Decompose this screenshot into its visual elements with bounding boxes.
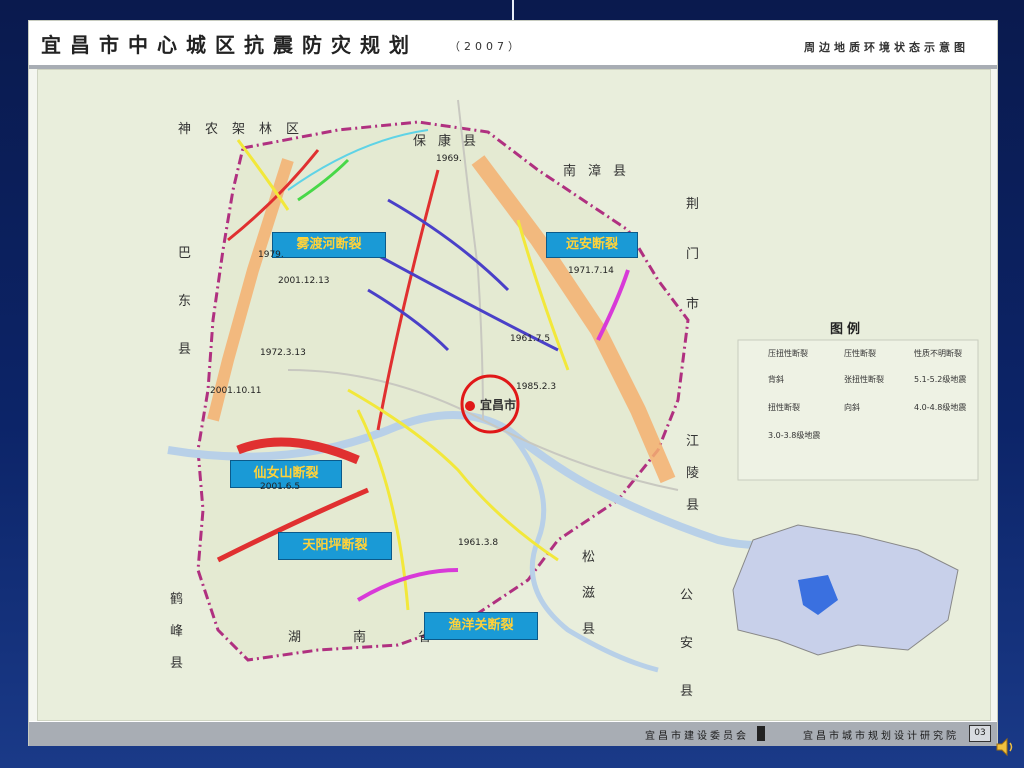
quake-label: 1972.3.13 [260,348,306,358]
quake-label: 1969. [436,154,462,164]
page-number: 03 [969,725,991,742]
city-label: 宜昌市 [480,398,517,412]
legend-title: 图例 [830,322,865,337]
callout-wuduhe-fault: 雾渡河断裂 [272,232,386,258]
city-dot [465,401,475,411]
footer-institute: 宜昌市城市规划设计研究院 [803,731,959,742]
quake-label: 1985.2.3 [516,382,557,392]
legend-item: 压扭性断裂 [768,349,808,358]
place-baokang: 保康县 [413,134,489,149]
quake-label: 2001.6.5 [260,482,301,492]
legend-item: 3.0-3.8级地震 [768,431,821,440]
legend-item: 张扭性断裂 [844,375,884,384]
legend-item: 扭性断裂 [768,403,800,412]
legend-item: 向斜 [844,403,860,412]
top-divider [512,0,514,20]
province-inset [732,524,959,656]
quake-label: 1971.7.14 [568,266,614,276]
quake-label: 1961.3.8 [458,538,499,548]
legend-item: 4.0-4.8级地震 [914,403,967,412]
place-jiangling: 江陵县 [686,434,700,513]
legend-item: 背斜 [768,375,784,384]
footer-separator [757,726,765,741]
slide: 宜昌市中心城区抗震防灾规划 （2007） 周边地质环境状态示意图 神农架林区 保… [28,20,998,746]
legend-item: 性质不明断裂 [914,349,962,358]
place-nanzhang: 南漳县 [563,164,639,179]
title-bar: 宜昌市中心城区抗震防灾规划 （2007） 周边地质环境状态示意图 [29,21,997,69]
callout-yuyangguan-fault: 渔洋关断裂 [424,612,538,640]
map-subtitle: 周边地质环境状态示意图 [804,41,969,54]
place-badong: 巴东县 [178,246,192,357]
place-jingmen: 荆门市 [686,197,700,312]
legend-item: 5.1-5.2级地震 [914,375,967,384]
quake-label: 1979. [258,250,284,260]
callout-yuanan-fault: 远安断裂 [546,232,638,258]
callout-tianyangping-fault: 天阳坪断裂 [278,532,392,560]
quake-label: 2001.12.13 [278,276,330,286]
footer-bar: 宜昌市建设委员会 宜昌市城市规划设计研究院 03 [29,721,997,746]
title-year: （2007） [449,40,523,53]
page-title: 宜昌市中心城区抗震防灾规划 [41,33,418,57]
legend-item: 压性断裂 [844,349,876,358]
place-songzi: 松滋县 [582,550,596,637]
place-gongan: 公安县 [680,588,694,699]
place-hefeng: 鹤峰县 [170,592,184,671]
footer-organization: 宜昌市建设委员会 [645,731,749,742]
speaker-icon[interactable] [994,736,1016,758]
quake-label: 1961.7.5 [510,334,551,344]
quake-label: 2001.10.11 [210,386,262,396]
place-shennongjia: 神农架林区 [178,122,314,137]
map-frame: 神农架林区 保康县 南漳县 荆门市 巴东县 江陵县 松滋县 公安县 鹤峰县 湖南… [37,69,991,721]
